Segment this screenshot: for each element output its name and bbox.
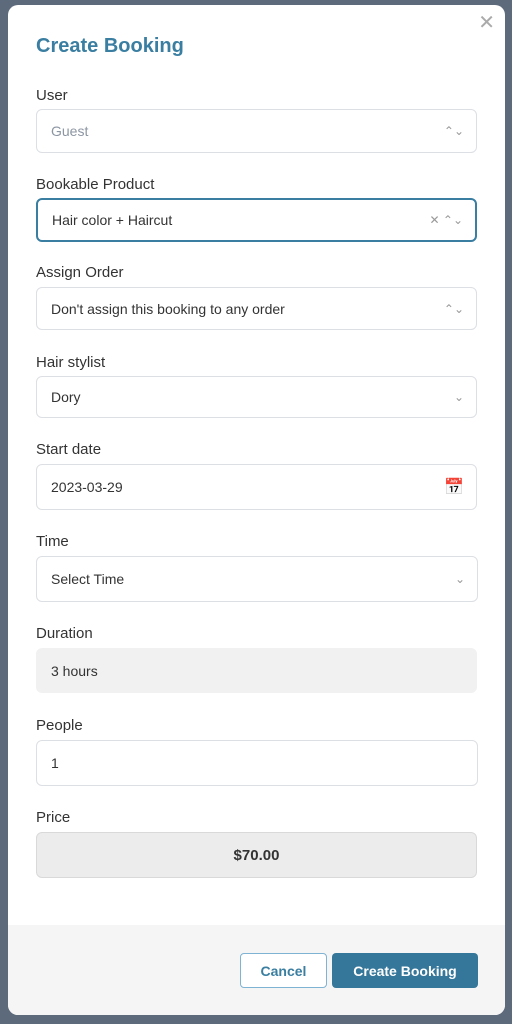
time-value: Select Time bbox=[51, 571, 125, 587]
order-value: Don't assign this booking to any order bbox=[51, 300, 285, 317]
product-select[interactable]: Hair color + Haircut ✕ ⌃⌄ bbox=[36, 198, 477, 242]
clear-and-chevron-icon[interactable]: ✕ ⌃⌄ bbox=[430, 213, 464, 227]
price-value: $70.00 bbox=[233, 846, 280, 864]
user-select[interactable]: Guest ⌃⌄ bbox=[36, 109, 477, 153]
order-select[interactable]: Don't assign this booking to any order ⌃⌄ bbox=[36, 287, 477, 330]
price-field: $70.00 bbox=[36, 832, 477, 878]
start-date-input[interactable]: 2023-03-29 📅 bbox=[36, 464, 477, 510]
create-booking-button[interactable]: Create Booking bbox=[332, 953, 478, 988]
people-input[interactable]: 1 bbox=[36, 740, 478, 786]
calendar-icon[interactable]: 📅 bbox=[444, 477, 464, 497]
stylist-value: Dory bbox=[51, 389, 81, 405]
people-value: 1 bbox=[51, 755, 59, 771]
order-label: Assign Order bbox=[36, 264, 124, 281]
time-label: Time bbox=[36, 533, 69, 550]
product-value: Hair color + Haircut bbox=[52, 212, 173, 228]
cancel-button[interactable]: Cancel bbox=[240, 953, 327, 988]
create-booking-modal: ✕ Create Booking User Guest ⌃⌄ Bookable P… bbox=[8, 5, 505, 1015]
close-icon[interactable]: ✕ bbox=[478, 13, 495, 33]
user-placeholder: Guest bbox=[51, 123, 89, 139]
people-label: People bbox=[36, 717, 83, 734]
duration-field: 3 hours bbox=[36, 648, 477, 693]
duration-value: 3 hours bbox=[51, 662, 98, 679]
price-label: Price bbox=[36, 809, 71, 826]
chevron-up-down-icon: ⌃⌄ bbox=[443, 124, 464, 138]
chevron-down-icon: ⌄ bbox=[453, 390, 464, 404]
stylist-label: Hair stylist bbox=[36, 354, 106, 371]
start-date-value: 2023-03-29 bbox=[51, 479, 123, 495]
stylist-select[interactable]: Dory ⌄ bbox=[36, 376, 477, 418]
product-label: Bookable Product bbox=[36, 176, 155, 193]
user-label: User bbox=[36, 87, 68, 104]
start-date-label: Start date bbox=[36, 441, 102, 458]
chevron-down-icon: ⌄ bbox=[454, 572, 465, 586]
time-select[interactable]: Select Time ⌄ bbox=[36, 556, 478, 602]
duration-label: Duration bbox=[36, 625, 93, 642]
chevron-up-down-icon: ⌃⌄ bbox=[443, 301, 464, 316]
modal-title: Create Booking bbox=[36, 35, 184, 57]
